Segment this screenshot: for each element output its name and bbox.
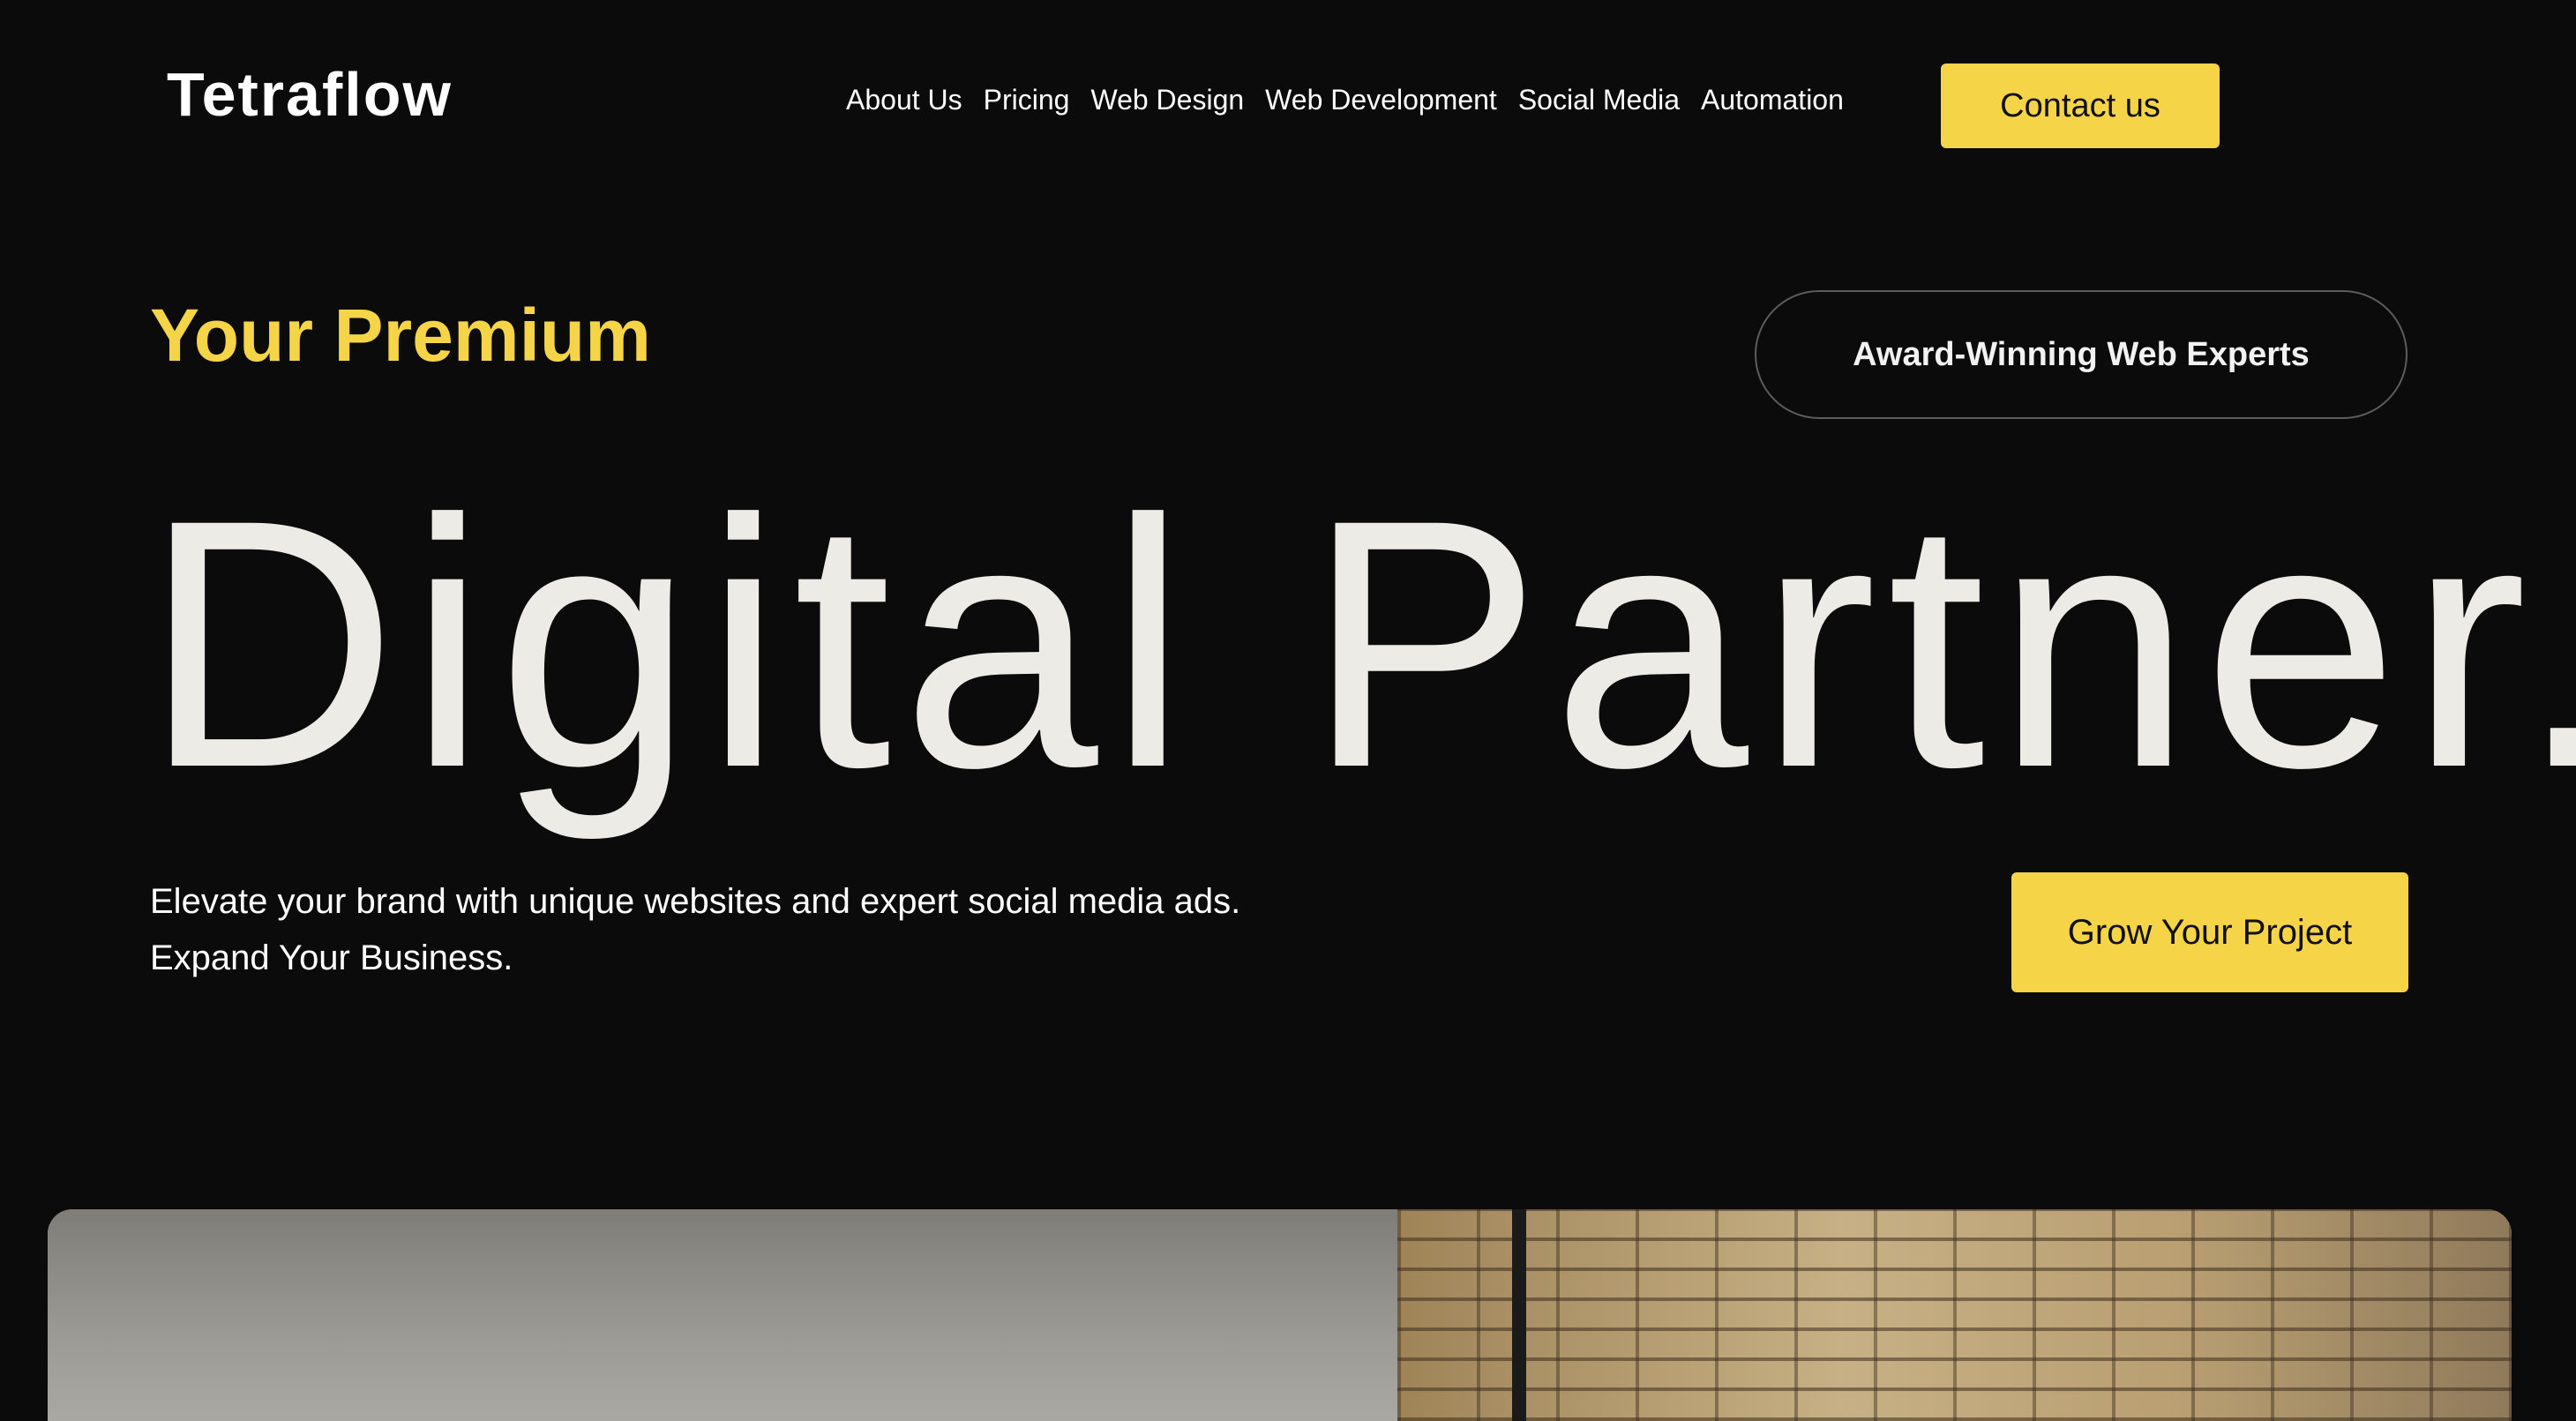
nav-item-automation[interactable]: Automation xyxy=(1701,78,1844,122)
nav-item-social-media[interactable]: Social Media xyxy=(1518,78,1680,122)
hero-eyebrow: Your Premium xyxy=(150,294,651,377)
nav-item-web-development[interactable]: Web Development xyxy=(1265,78,1497,122)
hero-image-pipe xyxy=(1512,1209,1526,1421)
award-badge: Award-Winning Web Experts xyxy=(1755,290,2408,419)
hero-headline: Digital Partner. xyxy=(143,446,2576,841)
hero-image xyxy=(48,1209,2512,1421)
nav-item-about-us[interactable]: About Us xyxy=(846,78,962,122)
nav-item-web-design[interactable]: Web Design xyxy=(1090,78,1244,122)
hero-image-brick-wall xyxy=(1397,1209,2512,1421)
brand-logo[interactable]: Tetraflow xyxy=(167,55,453,134)
contact-button[interactable]: Contact us xyxy=(1941,64,2220,148)
nav-item-pricing[interactable]: Pricing xyxy=(984,78,1070,122)
grow-project-button[interactable]: Grow Your Project xyxy=(2011,872,2408,992)
hero-tagline: Elevate your brand with unique websites … xyxy=(150,882,1241,977)
hero-image-wall xyxy=(48,1209,1397,1421)
main-nav: About Us Pricing Web Design Web Developm… xyxy=(846,78,1844,122)
